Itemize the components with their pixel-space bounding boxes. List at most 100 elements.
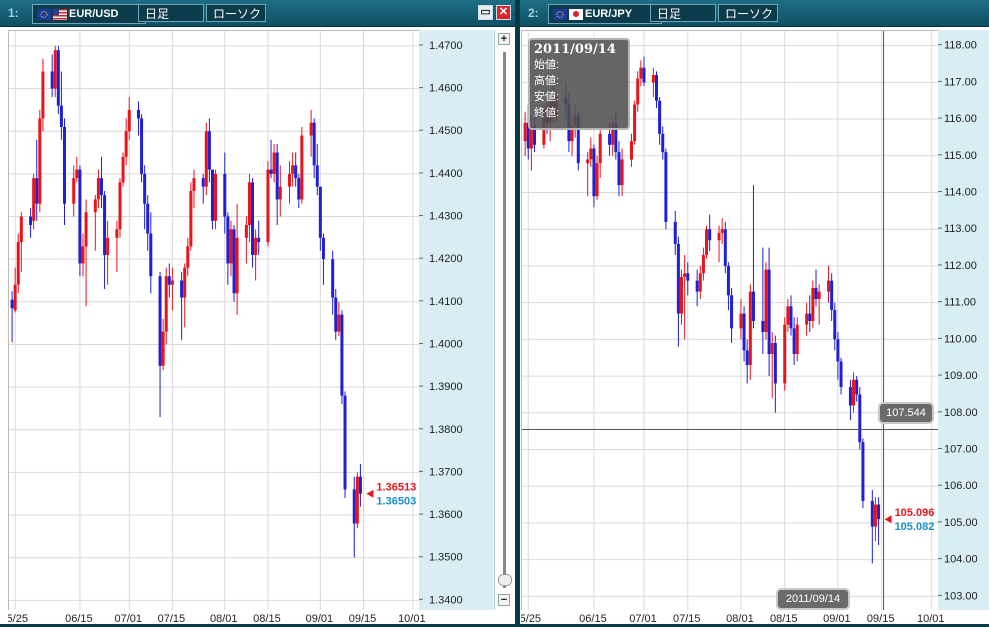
candle-body: [10, 299, 14, 309]
candle-body: [81, 246, 85, 264]
candle-body: [773, 343, 777, 384]
price-tick-label: 109.00: [944, 370, 978, 382]
candle-body: [312, 122, 316, 166]
crosshair-price-tag: 107.544: [878, 402, 934, 424]
pane-number: 1:: [8, 6, 19, 20]
zoom-in-button[interactable]: +: [498, 33, 510, 45]
candle-body: [855, 379, 859, 395]
price-tick-label: 1.4200: [429, 253, 463, 265]
timeframe-selector[interactable]: 日足: [138, 4, 204, 22]
candle-body: [661, 133, 665, 153]
candle-body: [315, 165, 319, 187]
price-tick-label: 1.3700: [429, 466, 463, 478]
time-tick-label: 07/15: [158, 613, 186, 624]
price-tick-label: 113.00: [944, 223, 977, 235]
tooltip-close-label: 終値:: [534, 107, 560, 119]
candle-body: [745, 350, 749, 366]
candle-body: [739, 313, 743, 329]
last-bid-price: 105.096: [895, 507, 935, 519]
price-tick-label: 1.4100: [429, 296, 463, 308]
candle-body: [355, 476, 359, 524]
candle-body: [201, 178, 205, 187]
zoom-scrollbar[interactable]: + −: [494, 30, 515, 610]
price-tick-label: 1.4600: [429, 83, 463, 95]
candle-body: [331, 259, 335, 298]
close-icon: ✕: [498, 6, 509, 18]
candle-body: [833, 309, 837, 340]
candle-body: [352, 489, 356, 524]
price-tick-label: 1.3600: [429, 509, 463, 521]
crosshair-date: 2011/09/14: [785, 593, 841, 605]
candle-body: [827, 280, 831, 292]
price-tick-label: 104.00: [944, 554, 978, 566]
candle-body: [636, 78, 640, 105]
price-tick-label: 1.3800: [429, 424, 463, 436]
candle-body: [32, 178, 36, 221]
close-button[interactable]: ✕: [496, 5, 511, 20]
candle-body: [836, 339, 840, 362]
candle-body: [244, 225, 248, 238]
time-tick-label: 06/15: [65, 613, 93, 624]
candle-body: [62, 126, 66, 204]
candle-body: [50, 71, 54, 89]
candle-body: [861, 442, 865, 501]
chart-style-selector[interactable]: ローソク: [206, 4, 266, 22]
candle-body: [210, 169, 214, 221]
symbol-selector[interactable]: EUR/JPY: [548, 4, 662, 24]
candle-body: [858, 394, 862, 443]
chart-style-selector[interactable]: ローソク: [718, 4, 778, 22]
price-tick-label: 1.3500: [429, 552, 463, 564]
candle-body: [742, 313, 746, 351]
candle-body: [683, 273, 687, 277]
candle-body: [235, 237, 239, 294]
candle-body: [848, 387, 852, 406]
candle-body: [770, 343, 774, 355]
candle-body: [127, 109, 131, 132]
eu-flag-icon: [553, 8, 567, 20]
plus-icon: +: [500, 33, 508, 45]
tooltip-date: 2011/09/14: [534, 42, 616, 57]
candle-body: [254, 237, 258, 255]
candle-body: [29, 216, 33, 226]
last-price-marker: [366, 489, 374, 498]
candle-body: [642, 67, 646, 83]
candle-body: [726, 265, 730, 296]
zoom-out-button[interactable]: −: [498, 594, 510, 606]
minimize-button[interactable]: ▭: [478, 5, 493, 20]
candle-body: [41, 71, 45, 119]
candle-body: [78, 169, 82, 264]
ohlc-tooltip: 2011/09/14 始値: 高値: 安値: 終値:: [528, 38, 630, 130]
candle-body: [84, 212, 88, 247]
candle-body: [608, 133, 612, 145]
time-tick-label: 09/01: [306, 613, 334, 624]
zoom-slider-thumb[interactable]: [498, 574, 512, 586]
price-tick-label: 105.00: [944, 517, 978, 529]
last-ask-price: 105.082: [895, 521, 935, 533]
candle-body: [748, 291, 752, 366]
price-tick-label: 1.4300: [429, 211, 463, 223]
candle-body: [140, 118, 144, 174]
candle-body: [158, 276, 162, 366]
symbol-selector[interactable]: EUR/USD: [32, 4, 146, 24]
price-tick-label: 1.4500: [429, 125, 463, 137]
time-tick-label: 10/01: [398, 613, 426, 624]
candle-body: [247, 182, 251, 226]
candle-body: [288, 173, 292, 187]
pane-title-bar: 2: EUR/JPY 日足 ローソク: [520, 0, 989, 27]
price-tick-label: 111.00: [944, 297, 976, 309]
candle-body: [337, 314, 341, 332]
candle-body: [334, 297, 338, 332]
eu-stars-icon: [40, 10, 48, 18]
candle-body: [164, 276, 168, 332]
zoom-slider-track[interactable]: [503, 52, 506, 588]
time-tick-label: 09/01: [823, 613, 851, 624]
chart-plot-area[interactable]: 1.36513 1.36503: [8, 30, 420, 612]
symbol-label: EUR/USD: [69, 8, 119, 20]
candle-body: [805, 313, 809, 325]
candle-body: [106, 237, 110, 255]
timeframe-selector[interactable]: 日足: [650, 4, 716, 22]
candle-body: [300, 135, 304, 200]
price-tick-label: 106.00: [944, 480, 978, 492]
price-tick-label: 103.00: [944, 590, 978, 602]
candle-body: [651, 75, 655, 83]
